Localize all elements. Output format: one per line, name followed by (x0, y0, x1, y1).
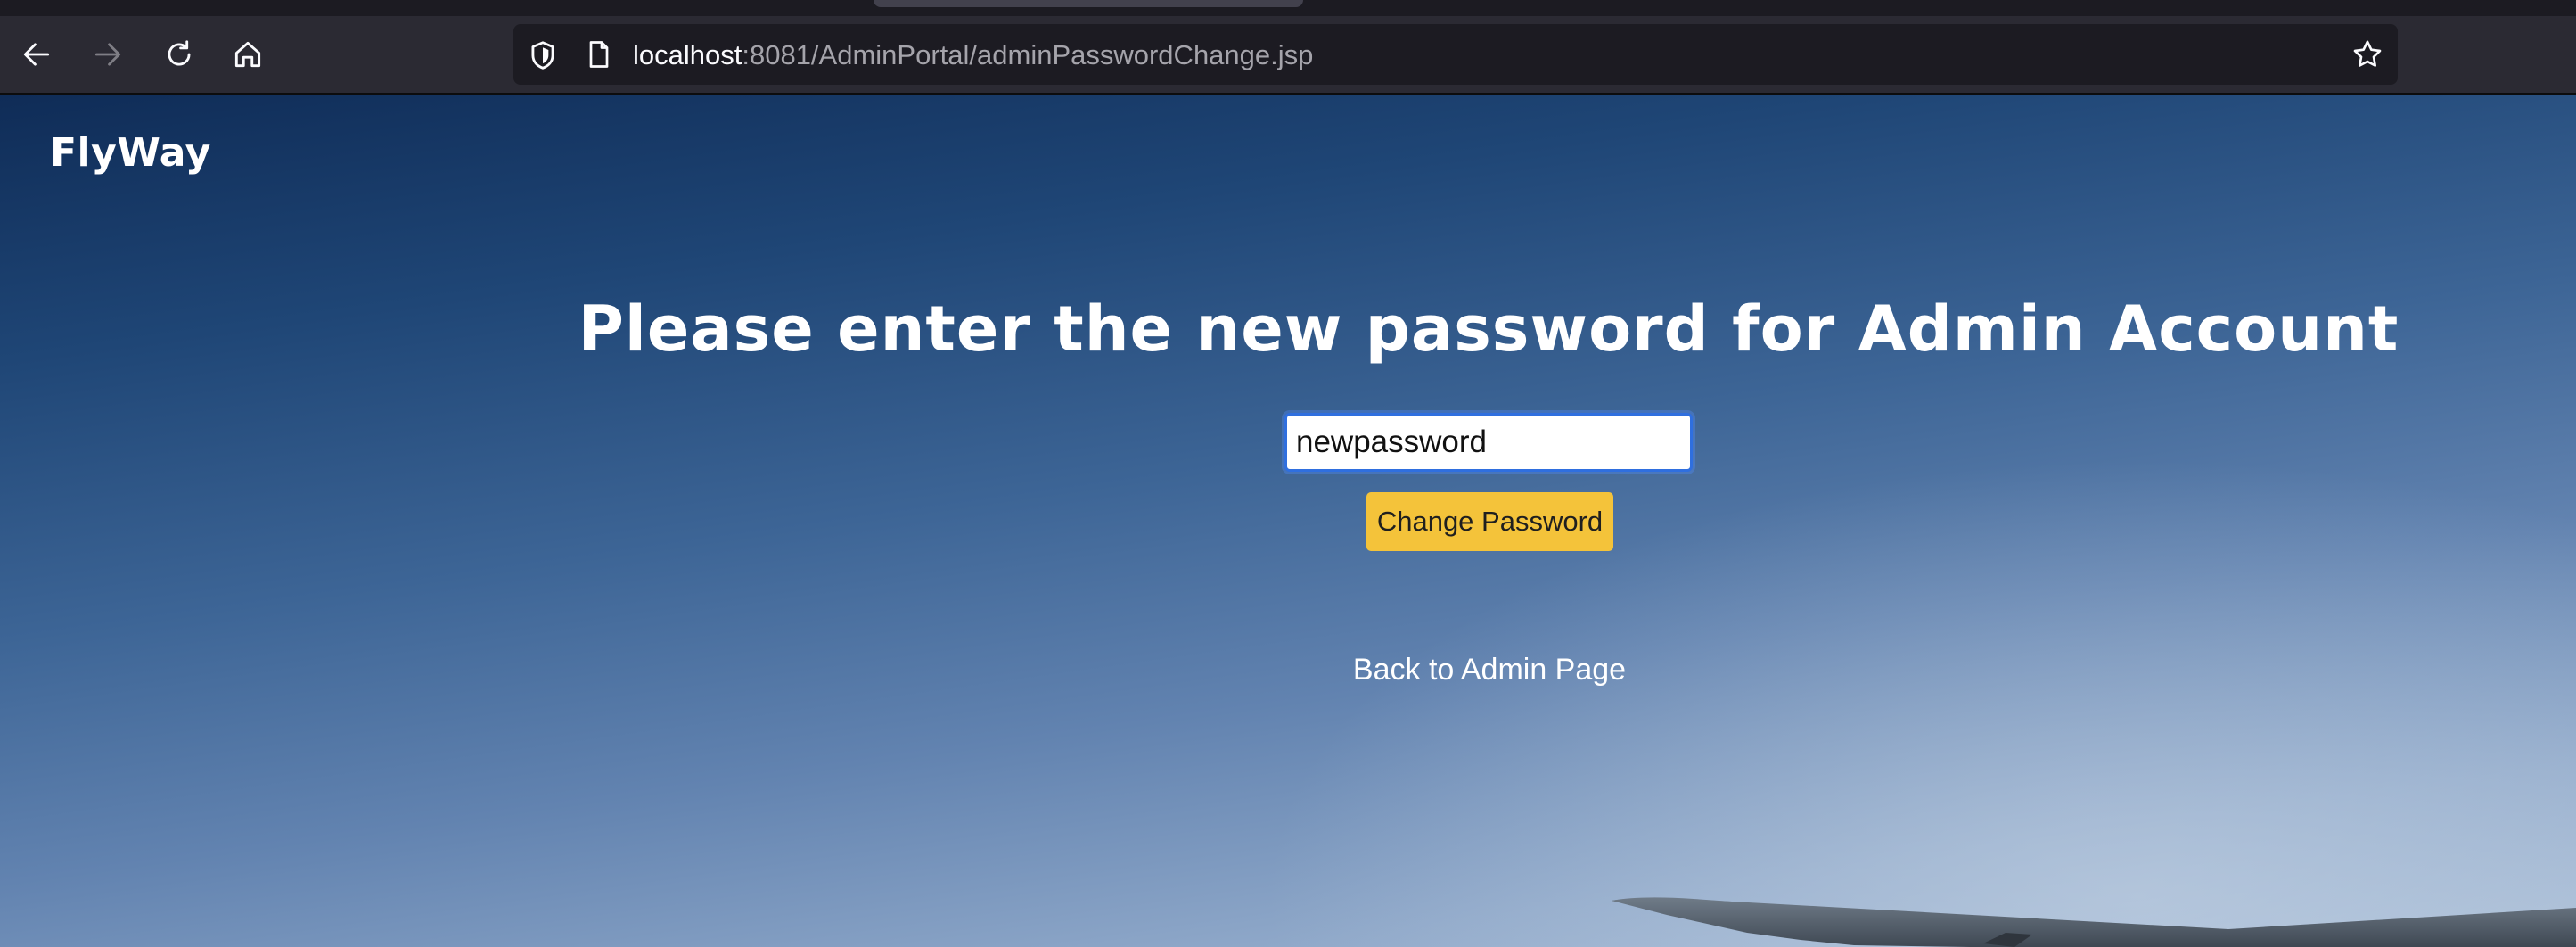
new-password-input[interactable] (1282, 410, 1695, 474)
back-to-admin-link[interactable]: Back to Admin Page (0, 653, 2576, 688)
change-password-button[interactable]: Change Password (1366, 492, 1613, 551)
forward-button[interactable] (87, 34, 128, 75)
page-viewport: FlyWay Please enter the new password for… (0, 95, 2576, 947)
page-heading: Please enter the new password for Admin … (578, 292, 2400, 366)
active-tab[interactable] (874, 0, 1303, 7)
url-host: localhost (633, 39, 742, 70)
tab-strip (0, 0, 2576, 16)
url-text[interactable]: localhost:8081/AdminPortal/adminPassword… (633, 39, 1313, 71)
back-arrow-icon (23, 43, 50, 66)
reload-button[interactable] (159, 34, 200, 75)
back-button[interactable] (16, 34, 57, 75)
bookmark-star-icon[interactable] (2350, 37, 2385, 72)
url-path: :8081/AdminPortal/adminPasswordChange.js… (742, 39, 1314, 70)
browser-window: localhost:8081/AdminPortal/adminPassword… (0, 0, 2576, 947)
home-button[interactable] (227, 34, 268, 75)
browser-toolbar: localhost:8081/AdminPortal/adminPassword… (0, 16, 2576, 95)
airplane-wing-image (1612, 897, 2576, 947)
page-info-icon[interactable] (583, 37, 615, 71)
forward-arrow-icon (94, 43, 121, 66)
tracking-protection-shield-icon[interactable] (526, 38, 560, 72)
brand-logo[interactable]: FlyWay (50, 130, 211, 176)
address-bar[interactable]: localhost:8081/AdminPortal/adminPassword… (513, 24, 2398, 85)
home-icon (234, 41, 261, 68)
reload-icon (168, 40, 191, 66)
